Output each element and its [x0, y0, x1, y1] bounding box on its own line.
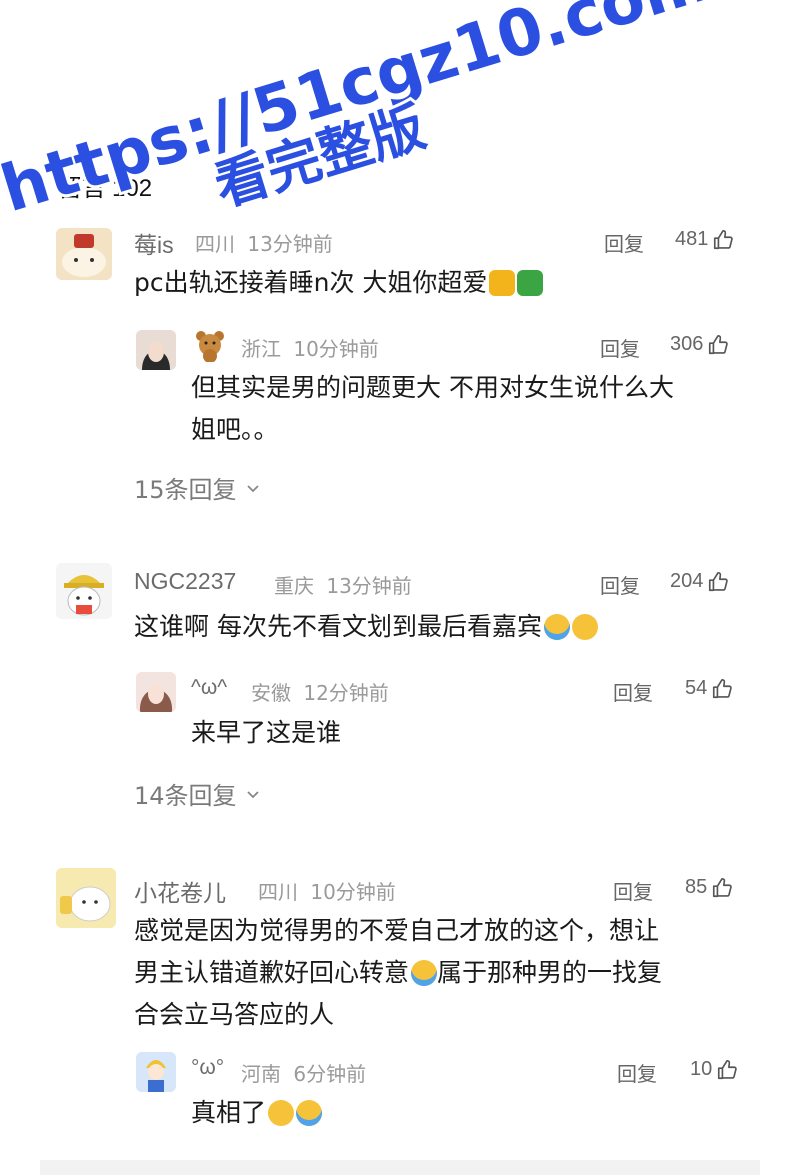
like-button[interactable]: 306: [670, 333, 729, 356]
reply-button[interactable]: 回复: [613, 677, 653, 706]
like-button[interactable]: 204: [670, 570, 729, 593]
thumbs-up-icon: [709, 571, 729, 591]
reply-text: 来早了这是谁: [191, 718, 342, 747]
reply-location: 浙江: [241, 337, 281, 361]
reply-author[interactable]: ^ω^: [191, 676, 227, 700]
like-button[interactable]: 54: [685, 677, 733, 700]
comments-title: 留言: [58, 174, 106, 202]
avatar[interactable]: [56, 868, 116, 928]
reply-avatar[interactable]: [136, 672, 176, 712]
reply-text: 真相了: [191, 1092, 323, 1134]
reply-avatar[interactable]: [136, 330, 176, 370]
reply-button[interactable]: 回复: [613, 876, 653, 905]
comment-location: 重庆: [274, 574, 314, 598]
reply-location: 河南: [241, 1062, 281, 1086]
thumbs-up-icon: [713, 678, 733, 698]
bear-icon: [193, 328, 227, 363]
comment-location: 四川: [195, 232, 235, 256]
like-count: 306: [670, 333, 704, 355]
reply-button[interactable]: 回复: [617, 1058, 657, 1087]
reply-author[interactable]: °ω°: [191, 1056, 224, 1080]
comment-text: 这谁啊 每次先不看文划到最后看嘉宾: [134, 606, 598, 648]
reply-meta: 河南 6分钟前: [241, 1058, 366, 1087]
thumbs-up-icon: [718, 1059, 738, 1079]
like-count: 85: [685, 876, 708, 898]
avatar[interactable]: [56, 228, 112, 280]
thumbs-up-emoji-icon: [489, 270, 516, 296]
comment-author[interactable]: 小花卷儿: [134, 874, 226, 908]
comment-text: pc出轨还接着睡n次 大姐你超爱: [134, 262, 544, 304]
reply-meta: 安徽 12分钟前: [251, 677, 389, 706]
comment-location: 四川: [258, 880, 298, 904]
comment-time: 10分钟前: [310, 880, 396, 904]
reply-time: 12分钟前: [303, 681, 389, 705]
comments-count: 102: [112, 175, 153, 202]
thumbs-up-icon: [713, 877, 733, 897]
ok-hand-emoji-icon: [268, 1100, 295, 1126]
like-count: 481: [675, 228, 709, 250]
chevron-down-icon: [246, 484, 259, 492]
laughing-emoji-icon: [296, 1100, 323, 1126]
reply-button[interactable]: 回复: [600, 570, 640, 599]
comment-meta: 重庆 13分钟前: [274, 570, 412, 599]
reply-time: 10分钟前: [293, 337, 379, 361]
laughing-emoji-icon: [543, 614, 570, 640]
comment-meta: 四川 13分钟前: [195, 228, 333, 257]
chevron-down-icon: [246, 790, 259, 798]
comment-author[interactable]: NGC2237: [134, 568, 236, 595]
reply-location: 安徽: [251, 681, 291, 705]
like-count: 10: [690, 1058, 713, 1080]
reply-button[interactable]: 回复: [600, 333, 640, 362]
bottom-bar: [40, 1160, 760, 1175]
comment-time: 13分钟前: [326, 574, 412, 598]
comment-author[interactable]: 莓is: [134, 226, 174, 260]
reply-avatar[interactable]: [136, 1052, 176, 1092]
more-replies-link[interactable]: 14条回复: [134, 776, 261, 811]
comment-meta: 四川 10分钟前: [258, 876, 396, 905]
comment-time: 13分钟前: [247, 232, 333, 256]
like-button[interactable]: 85: [685, 876, 733, 899]
like-button[interactable]: 481: [675, 228, 734, 251]
reply-meta: 浙江 10分钟前: [241, 333, 379, 362]
thumbs-up-icon: [709, 334, 729, 354]
like-count: 204: [670, 570, 704, 592]
comments-header: 留言 102: [58, 168, 152, 203]
thumbs-up-emoji-icon: [517, 270, 544, 296]
more-replies-link[interactable]: 15条回复: [134, 470, 261, 505]
laughing-emoji-icon: [411, 960, 438, 986]
reply-time: 6分钟前: [293, 1062, 367, 1086]
reply-text: 但其实是男的问题更大 不用对女生说什么大 姐吧。。: [191, 373, 674, 444]
thumbs-up-icon: [714, 229, 734, 249]
avatar[interactable]: [56, 563, 112, 619]
like-count: 54: [685, 677, 708, 699]
comment-text: 感觉是因为觉得男的不爱自己才放的这个，想让 男主认错道歉好回心转意 属于那种男的一…: [134, 916, 663, 1029]
like-button[interactable]: 10: [690, 1058, 738, 1081]
reply-button[interactable]: 回复: [604, 228, 644, 257]
ok-hand-emoji-icon: [571, 614, 598, 640]
